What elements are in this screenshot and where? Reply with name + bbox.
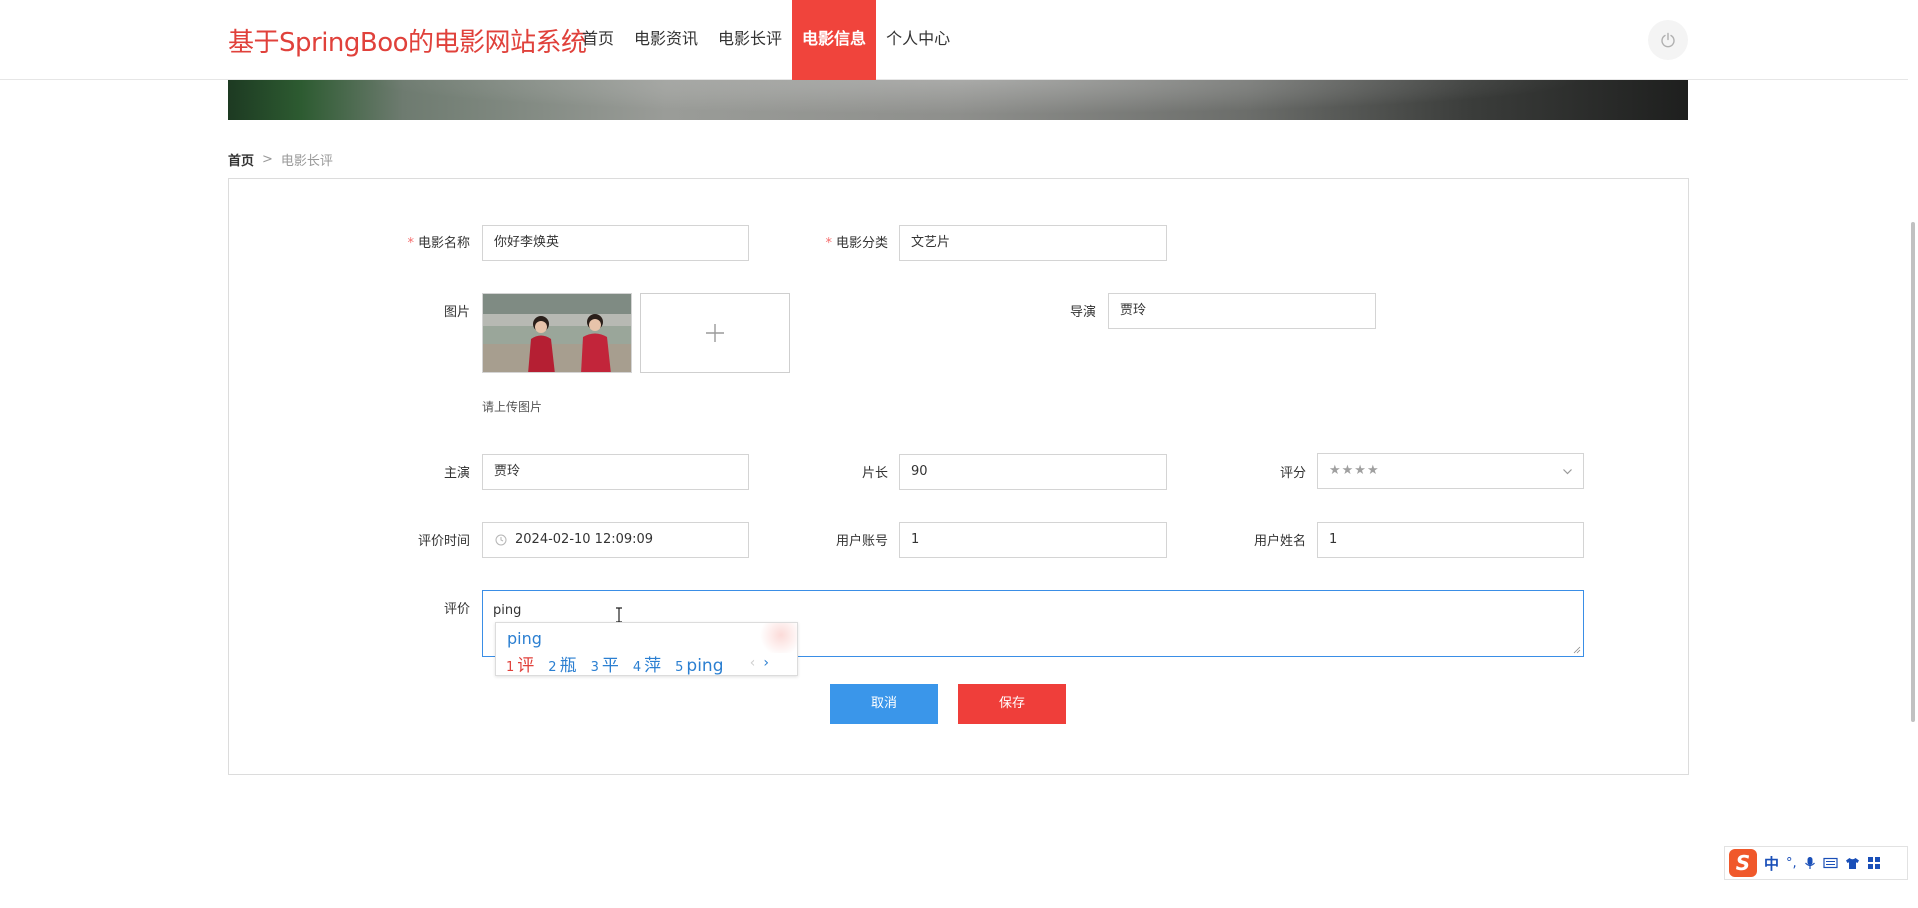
duration-label: 片长 [861,466,888,481]
review-time-picker[interactable]: 2024-02-10 12:09:09 [482,522,749,558]
breadcrumb-current: 电影长评 [280,154,333,169]
duration-input[interactable]: 90 [899,454,1167,490]
ime-composition: ping [507,629,542,648]
movie-name-label: * 电影名称 [407,236,470,251]
lead-actor-label: 主演 [443,466,470,481]
ime-punctuation-toggle[interactable]: °, [1786,856,1797,871]
ime-watermark [757,623,797,653]
toolbox-grid-icon[interactable] [1867,856,1881,870]
ime-next-page-icon[interactable]: › [763,655,777,671]
ime-candidate[interactable]: 5 ping [675,656,723,676]
director-label: 导演 [1069,305,1096,320]
site-title: 基于SpringBoo的电影网站系统 [228,28,587,58]
save-button[interactable]: 保存 [958,684,1066,724]
sogou-logo-icon[interactable]: S [1729,849,1757,877]
breadcrumb-separator: > [262,152,273,167]
resize-grip-icon[interactable] [1573,646,1581,654]
category-input[interactable]: 文艺片 [899,225,1167,261]
rating-select[interactable]: ★★★★ [1317,453,1584,489]
ime-toolbar: S 中 °, [1724,846,1908,880]
thumbnail-image [483,294,631,372]
ime-candidate-popup: ping 1评 2瓶 3平 4萍 5 ping ‹› [495,622,798,676]
chevron-down-icon [1563,469,1572,475]
director-input[interactable]: 贾玲 [1108,293,1376,329]
ime-page-arrows: ‹› [750,655,777,671]
ime-candidate[interactable]: 1评 [506,651,534,676]
main-nav: 首页 电影资讯 电影长评 电影信息 个人中心 [572,0,960,80]
lead-actor-input[interactable]: 贾玲 [482,454,749,490]
microphone-icon[interactable] [1804,856,1816,870]
ime-candidate[interactable]: 4萍 [633,651,661,676]
breadcrumb: 首页 > 电影长评 [228,150,333,169]
clock-icon [495,534,507,546]
ime-candidates: 1评 2瓶 3平 4萍 5 ping [506,651,724,676]
user-name-input[interactable]: 1 [1317,522,1584,558]
ime-prev-page-icon[interactable]: ‹ [750,655,764,671]
image-label: 图片 [443,305,470,320]
review-label: 评价 [443,602,470,617]
movie-name-input[interactable]: 你好李焕英 [482,225,749,261]
category-label: * 电影分类 [825,236,888,251]
ime-mode-toggle[interactable]: 中 [1764,853,1779,874]
top-header: 基于SpringBoo的电影网站系统 首页 电影资讯 电影长评 电影信息 个人中… [0,0,1918,80]
nav-item-home[interactable]: 首页 [572,0,624,80]
banner-image [228,80,1688,120]
nav-item-movie-info[interactable]: 电影信息 [792,0,877,80]
keyboard-icon[interactable] [1823,857,1838,869]
image-upload-button[interactable] [640,293,790,373]
review-text: ping [493,603,522,618]
rating-label: 评分 [1279,466,1306,481]
text-cursor-icon [616,607,622,623]
upload-hint: 请上传图片 [482,400,543,414]
user-name-label: 用户姓名 [1253,534,1306,549]
review-time-value: 2024-02-10 12:09:09 [515,532,654,547]
rating-stars: ★★★★ [1329,463,1380,478]
power-icon [1661,32,1675,48]
ime-candidate[interactable]: 3平 [591,651,619,676]
nav-item-movie-reviews[interactable]: 电影长评 [708,0,792,80]
nav-item-movie-news[interactable]: 电影资讯 [624,0,708,80]
user-account-input[interactable]: 1 [899,522,1167,558]
ime-candidate[interactable]: 2瓶 [548,651,576,676]
skin-shirt-icon[interactable] [1845,857,1860,870]
movie-thumbnail[interactable] [482,293,632,373]
logout-button[interactable] [1648,20,1688,60]
nav-item-personal-center[interactable]: 个人中心 [876,0,960,80]
user-account-label: 用户账号 [835,534,888,549]
cancel-button[interactable]: 取消 [830,684,938,724]
review-time-label: 评价时间 [417,534,470,549]
breadcrumb-home[interactable]: 首页 [228,150,254,169]
scrollbar-thumb[interactable] [1911,222,1915,722]
plus-icon [706,324,724,342]
